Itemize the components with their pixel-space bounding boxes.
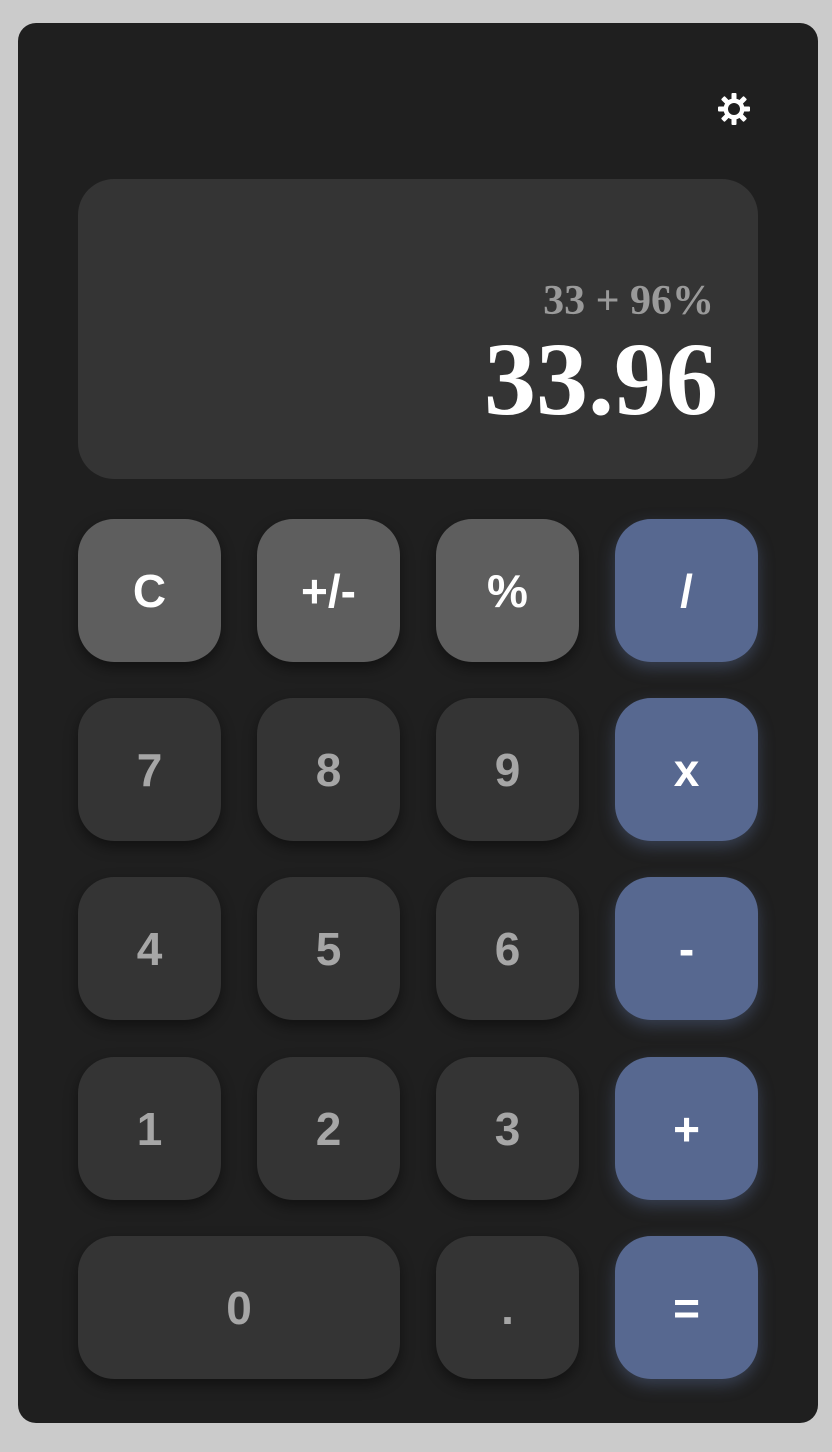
digit-9-button[interactable]: 9 [436,698,579,841]
digit-4-button[interactable]: 4 [78,877,221,1020]
equals-button[interactable]: = [615,1236,758,1379]
result-text: 33.96 [484,322,718,437]
add-button[interactable]: + [615,1057,758,1200]
digit-0-button[interactable]: 0 [78,1236,400,1379]
negate-button[interactable]: +/- [257,519,400,662]
digit-1-button[interactable]: 1 [78,1057,221,1200]
calculator: 33 + 96% 33.96 C +/- % / 7 8 9 x 4 5 6 -… [18,23,818,1423]
digit-5-button[interactable]: 5 [257,877,400,1020]
digit-6-button[interactable]: 6 [436,877,579,1020]
percent-button[interactable]: % [436,519,579,662]
digit-7-button[interactable]: 7 [78,698,221,841]
expression-text: 33 + 96% [543,278,714,324]
settings-button[interactable] [714,89,754,129]
digit-2-button[interactable]: 2 [257,1057,400,1200]
divide-button[interactable]: / [615,519,758,662]
multiply-button[interactable]: x [615,698,758,841]
gear-icon [718,93,750,125]
clear-button[interactable]: C [78,519,221,662]
display-panel: 33 + 96% 33.96 [78,179,758,479]
decimal-button[interactable]: . [436,1236,579,1379]
digit-3-button[interactable]: 3 [436,1057,579,1200]
digit-8-button[interactable]: 8 [257,698,400,841]
subtract-button[interactable]: - [615,877,758,1020]
